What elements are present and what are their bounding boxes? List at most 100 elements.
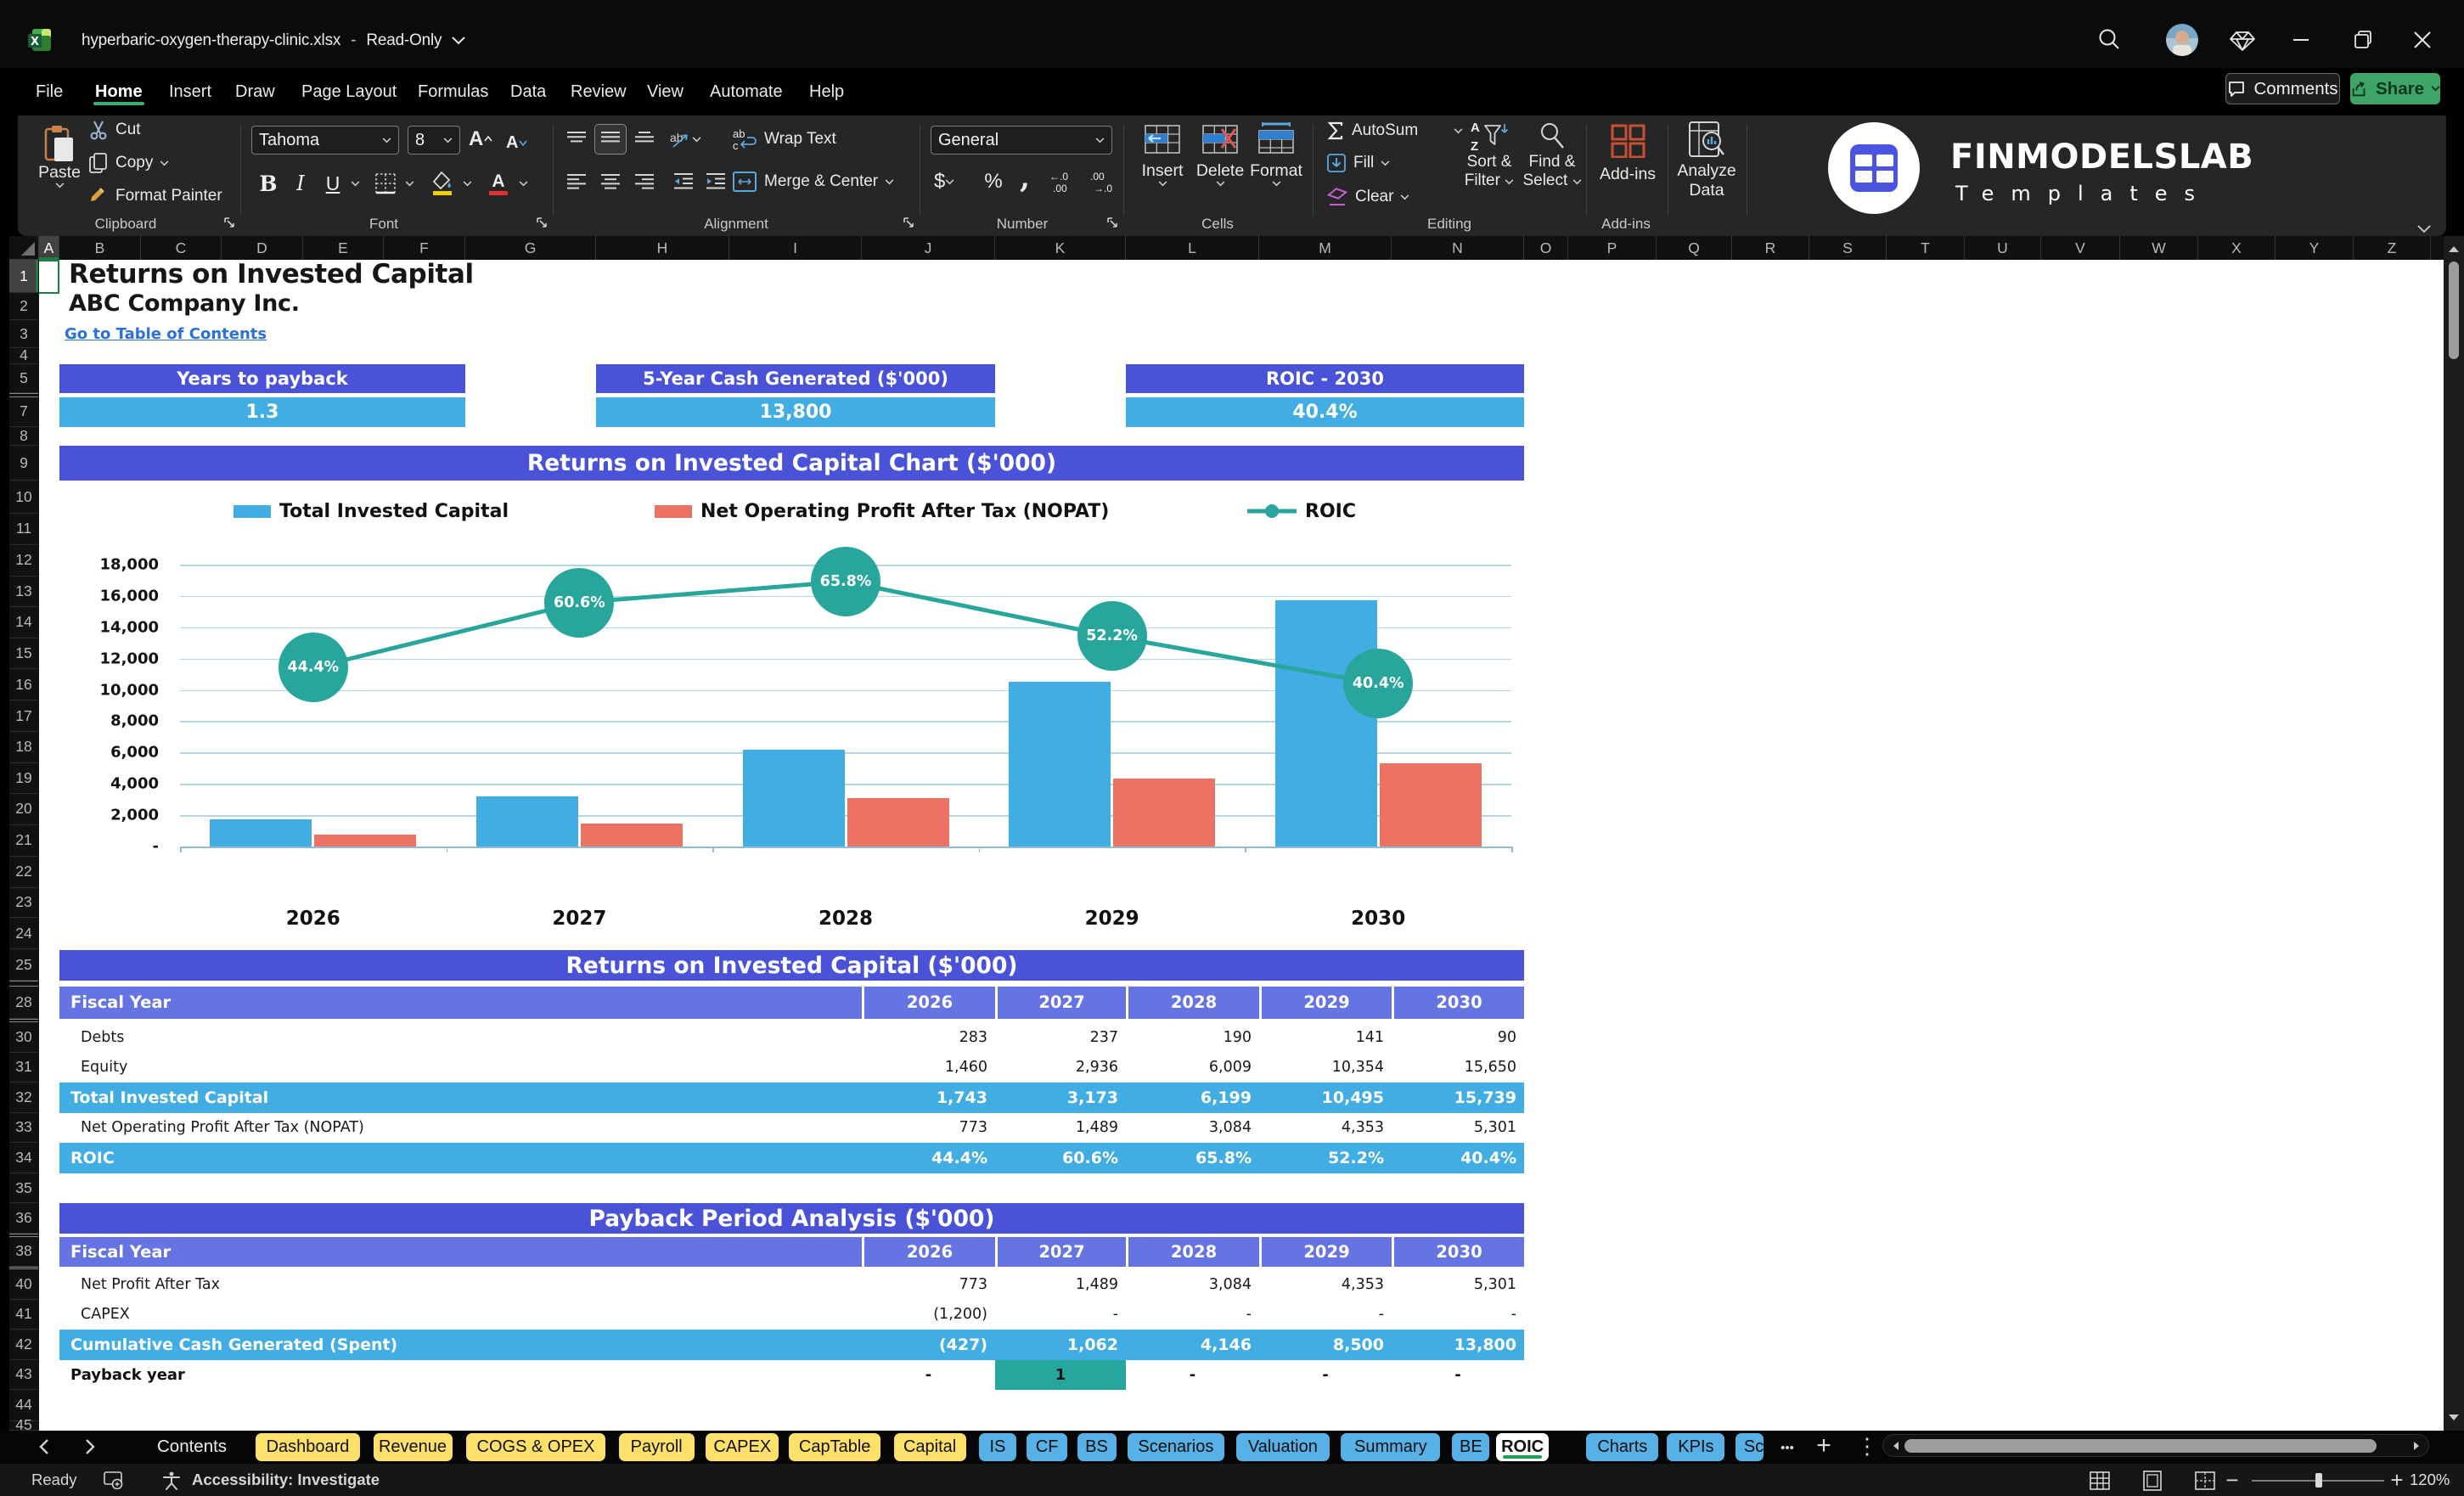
alignment-dialog-launcher-icon[interactable] (902, 216, 916, 230)
column-header-S[interactable]: S (1809, 236, 1887, 260)
menu-tab-help[interactable]: Help (809, 80, 844, 104)
column-header-N[interactable]: N (1392, 236, 1524, 260)
menu-tab-draw[interactable]: Draw (235, 80, 275, 104)
borders-button[interactable] (370, 168, 401, 199)
column-header-G[interactable]: G (465, 236, 596, 260)
more-sheets-button[interactable]: ••• (1775, 1437, 1800, 1459)
accessibility-icon[interactable] (161, 1471, 182, 1491)
column-header-U[interactable]: U (1965, 236, 2041, 260)
sheet-tab-revenue[interactable]: Revenue (373, 1433, 453, 1461)
column-header-T[interactable]: T (1887, 236, 1965, 260)
column-header-L[interactable]: L (1126, 236, 1259, 260)
row-header-5[interactable]: 5 (9, 364, 38, 393)
font-name-combo[interactable]: Tahoma (251, 126, 399, 155)
horizontal-scrollbar[interactable] (1882, 1434, 2429, 1457)
hscroll-left-icon[interactable] (1891, 1441, 1901, 1451)
row-header-15[interactable]: 15 (9, 638, 38, 669)
row-header-17[interactable]: 17 (9, 700, 38, 732)
row-header-8[interactable]: 8 (9, 427, 38, 446)
display-settings-icon[interactable] (104, 1471, 126, 1489)
row-header-11[interactable]: 11 (9, 514, 38, 545)
row-header-25[interactable]: 25 (9, 950, 38, 981)
collapse-ribbon-icon[interactable] (2414, 222, 2434, 236)
row-header-3[interactable]: 3 (9, 320, 38, 348)
minimize-icon[interactable] (2285, 24, 2317, 56)
zoom-level[interactable]: 120% (2410, 1464, 2450, 1496)
sheet-tab-bs[interactable]: BS (1077, 1433, 1117, 1461)
bold-button[interactable]: B (253, 168, 284, 199)
accessibility-status[interactable]: Accessibility: Investigate (192, 1464, 380, 1496)
format-cells[interactable]: Format (1248, 122, 1304, 187)
menu-tab-insert[interactable]: Insert (169, 80, 211, 104)
sheet-tab-cf[interactable]: CF (1027, 1433, 1068, 1461)
row-header-10[interactable]: 10 (9, 481, 38, 514)
worksheet[interactable]: Returns on Invested Capital ABC Company … (39, 260, 2444, 1431)
row-header-18[interactable]: 18 (9, 732, 38, 763)
align-top-button[interactable] (560, 124, 593, 155)
row-header-22[interactable]: 22 (9, 857, 38, 888)
sheet-tab-capital[interactable]: Capital (893, 1433, 966, 1461)
merge-center-button[interactable]: Merge & Center (732, 166, 894, 197)
row-header-30[interactable]: 30 (9, 1022, 38, 1053)
select-all-corner[interactable] (9, 236, 39, 260)
autosum-button[interactable]: AutoSum (1326, 119, 1463, 143)
align-middle-button[interactable] (594, 124, 627, 155)
column-header-R[interactable]: R (1732, 236, 1809, 260)
borders-dropdown[interactable] (401, 168, 418, 199)
row-header-7[interactable]: 7 (9, 397, 38, 427)
vertical-scrollbar[interactable] (2444, 236, 2464, 1431)
sort-filter-button[interactable]: AZ Sort & Filter (1455, 119, 1523, 190)
shrink-font-button[interactable]: A (506, 127, 540, 158)
fill-color-button[interactable] (426, 168, 458, 199)
row-header-40[interactable]: 40 (9, 1269, 38, 1300)
column-header-Y[interactable]: Y (2276, 236, 2354, 260)
horizontal-scroll-thumb[interactable] (1904, 1438, 2377, 1453)
decrease-indent-button[interactable] (667, 166, 700, 197)
scroll-up-icon[interactable] (2447, 243, 2461, 256)
align-left-button[interactable] (560, 166, 593, 197)
row-header-33[interactable]: 33 (9, 1113, 38, 1143)
number-dialog-launcher-icon[interactable] (1105, 216, 1120, 230)
column-header-Z[interactable]: Z (2354, 236, 2431, 260)
column-header-I[interactable]: I (729, 236, 862, 260)
hscroll-right-icon[interactable] (2411, 1441, 2422, 1451)
italic-button[interactable]: I (285, 168, 316, 199)
copy-button[interactable]: Copy (88, 152, 169, 174)
analyze-data-button[interactable]: Analyze Data (1676, 121, 1737, 200)
align-bottom-button[interactable] (628, 124, 661, 155)
vertical-scroll-thumb[interactable] (2449, 262, 2459, 359)
row-header-31[interactable]: 31 (9, 1053, 38, 1083)
row-header-9[interactable]: 9 (9, 446, 38, 481)
sheet-tab-capex[interactable]: CAPEX (706, 1433, 779, 1461)
sheet-tab-scenarios[interactable]: Scenarios (1127, 1433, 1224, 1461)
font-dialog-launcher-icon[interactable] (535, 216, 549, 230)
underline-button[interactable]: U (318, 168, 348, 199)
premium-diamond-icon[interactable] (2226, 24, 2259, 56)
menu-tab-data[interactable]: Data (510, 80, 546, 104)
row-header-16[interactable]: 16 (9, 669, 38, 700)
row-header-45[interactable]: 45 (9, 1416, 38, 1433)
view-page-layout-icon[interactable] (2140, 1468, 2165, 1493)
row-header-32[interactable]: 32 (9, 1083, 38, 1113)
row-header-19[interactable]: 19 (9, 763, 38, 794)
column-header-A[interactable]: A (39, 236, 59, 260)
column-header-C[interactable]: C (141, 236, 222, 260)
clipboard-dialog-launcher-icon[interactable] (222, 216, 237, 230)
tabs-scroll-left-icon[interactable] (34, 1436, 56, 1458)
fill-color-dropdown[interactable] (458, 168, 475, 199)
sheet-tab-be[interactable]: BE (1452, 1433, 1490, 1461)
column-header-O[interactable]: O (1524, 236, 1568, 260)
sheet-tab-summary[interactable]: Summary (1341, 1433, 1441, 1461)
row-header-14[interactable]: 14 (9, 607, 38, 638)
sheet-tab-charts[interactable]: Charts (1586, 1433, 1659, 1461)
decrease-decimal-button[interactable]: .00 →.0 (1087, 166, 1124, 197)
search-icon[interactable] (2093, 24, 2125, 56)
close-icon[interactable] (2406, 24, 2439, 56)
menu-tab-formulas[interactable]: Formulas (418, 80, 488, 104)
menu-tab-view[interactable]: View (647, 80, 684, 104)
orientation-button[interactable]: ab (667, 124, 701, 155)
avatar[interactable] (2166, 24, 2198, 56)
column-header-M[interactable]: M (1259, 236, 1392, 260)
column-header-X[interactable]: X (2198, 236, 2276, 260)
increase-indent-button[interactable] (700, 166, 732, 197)
